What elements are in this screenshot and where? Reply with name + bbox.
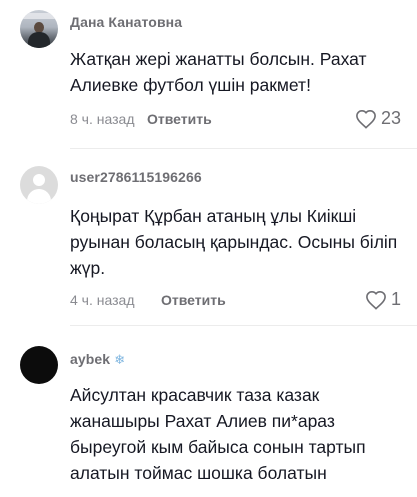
- comment-username-text: aybek: [70, 351, 111, 367]
- like-button[interactable]: 23: [355, 108, 401, 129]
- comment-meta: 4 ч. назад Ответить 1: [70, 289, 417, 312]
- comment-time: 8 ч. назад: [70, 111, 135, 127]
- avatar[interactable]: [20, 166, 58, 204]
- comment-username[interactable]: user2786115196266: [70, 169, 202, 185]
- comment-username[interactable]: aybek ❄: [70, 351, 125, 368]
- snowflake-icon: ❄: [114, 352, 126, 367]
- avatar[interactable]: [20, 346, 58, 384]
- like-count: 23: [380, 108, 401, 128]
- divider: [70, 325, 417, 326]
- comment-time: 4 ч. назад: [70, 292, 135, 308]
- like-button[interactable]: 1: [365, 289, 401, 310]
- heart-icon: [366, 290, 386, 310]
- comment-username[interactable]: Дана Канатовна: [70, 14, 182, 30]
- comment-text: Жатқан жері жанатты болсын. Рахат Алиевк…: [70, 49, 367, 95]
- comments-list: Дана Канатовна Жатқан жері жанатты болсы…: [0, 0, 417, 497]
- reply-button[interactable]: Ответить: [147, 111, 212, 127]
- avatar[interactable]: [20, 10, 58, 48]
- comment-text: Айсултан красавчик таза казак жанашыры Р…: [70, 385, 366, 483]
- like-count: 1: [390, 289, 401, 309]
- heart-icon: [356, 109, 376, 129]
- divider: [70, 148, 417, 149]
- comment-text: Қоңырат Құрбан атаның ұлы Киікші руынан …: [70, 206, 398, 278]
- reply-button[interactable]: Ответить: [161, 292, 226, 308]
- comment-meta: 8 ч. назад Ответить 23: [70, 108, 417, 131]
